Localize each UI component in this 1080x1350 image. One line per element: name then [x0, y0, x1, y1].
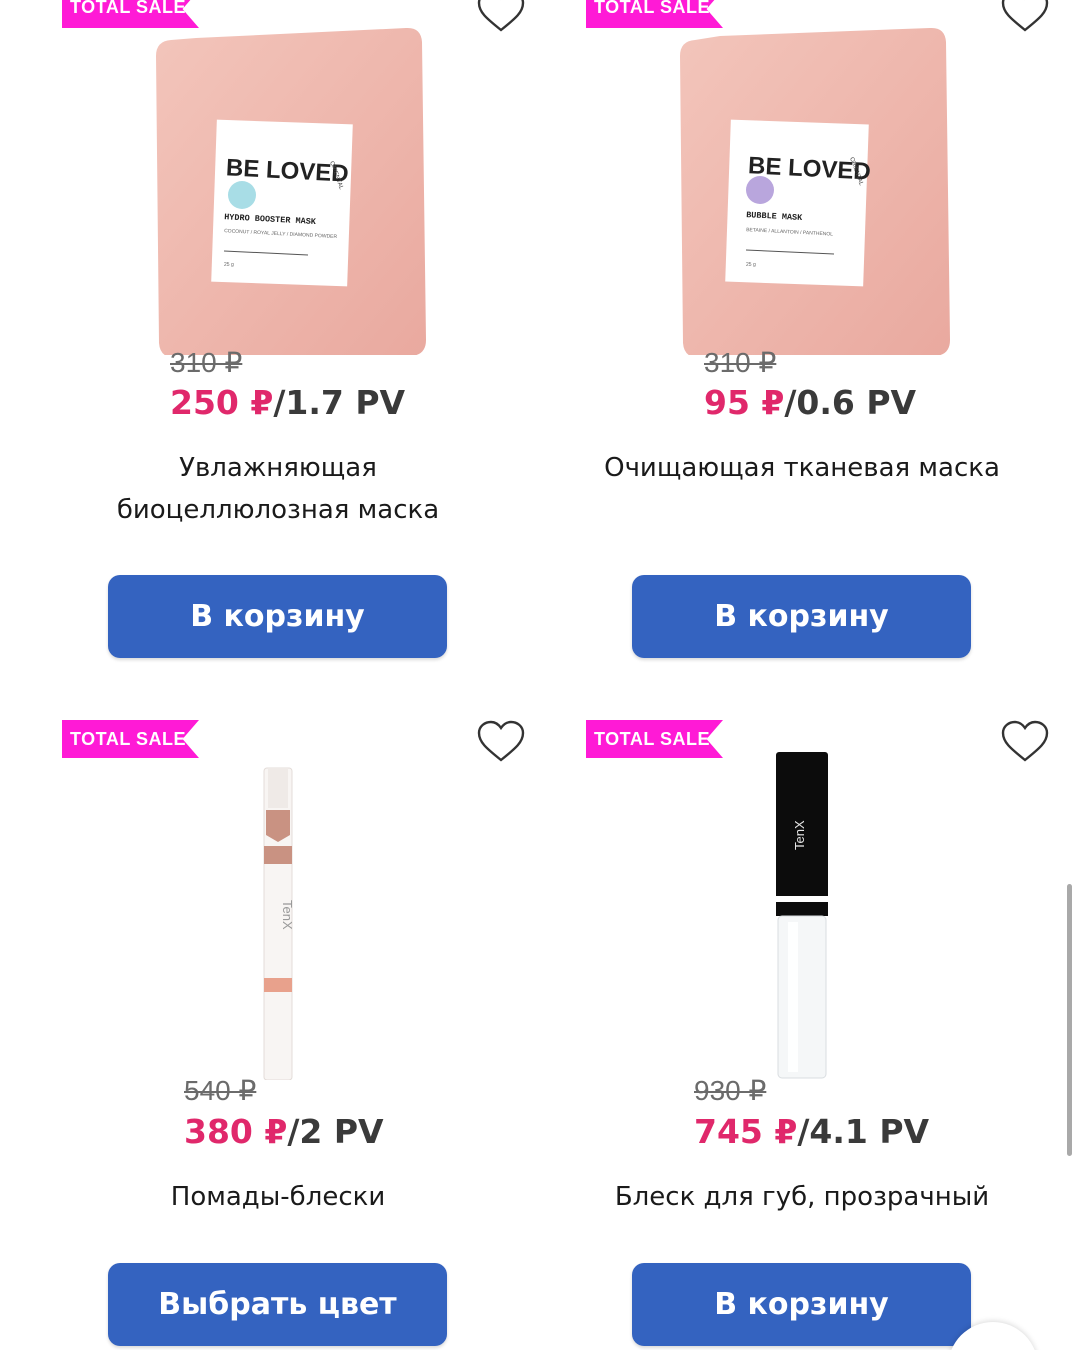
product-title-line: Помады-блески	[170, 1182, 386, 1212]
product-card: BE LOVED ORIENTAL HYDRO BOOSTER MASK COC…	[28, 0, 528, 680]
product-title[interactable]: Очищающая тканевая маска	[552, 447, 1052, 489]
product-title[interactable]: Блеск для губ, прозрачный	[552, 1176, 1052, 1218]
old-price: 310 ₽	[704, 347, 777, 378]
add-to-cart-button[interactable]: В корзину	[108, 575, 447, 658]
choose-color-button[interactable]: Выбрать цвет	[108, 1263, 447, 1346]
price-row: 380 ₽/2 PV	[184, 1112, 384, 1151]
heart-outline-icon[interactable]	[476, 0, 526, 34]
price-row: 95 ₽/0.6 PV	[704, 383, 916, 422]
product-title[interactable]: Увлажняющая биоцеллюлозная маска	[28, 447, 528, 531]
product-image[interactable]: TenX	[28, 750, 528, 1081]
current-price: 250 ₽	[170, 383, 274, 422]
scrollbar[interactable]	[1067, 884, 1072, 1156]
product-card: TOTAL SALE TenX 930 ₽ 745 ₽/4.1 PV Блеск…	[552, 720, 1052, 1350]
pv-value: /0.6 PV	[784, 383, 917, 422]
product-title[interactable]: Помады-блески	[28, 1176, 528, 1218]
pv-value: /2 PV	[287, 1112, 384, 1151]
product-title-line: биоцеллюлозная маска	[116, 495, 440, 525]
product-image[interactable]: BE LOVED ORIENTAL HYDRO BOOSTER MASK COC…	[28, 10, 528, 358]
product-title-line: Увлажняющая	[179, 453, 377, 483]
old-price: 930 ₽	[694, 1075, 767, 1106]
sale-badge: TOTAL SALE	[586, 0, 723, 28]
add-to-cart-button[interactable]: В корзину	[632, 575, 971, 658]
pv-value: /4.1 PV	[797, 1112, 930, 1151]
product-image[interactable]: BE LOVED ORIENTAL BUBBLE MASK BETAINE / …	[552, 10, 1052, 358]
old-price: 310 ₽	[170, 347, 243, 378]
old-price: 540 ₽	[184, 1075, 257, 1106]
pv-value: /1.7 PV	[273, 383, 406, 422]
current-price: 745 ₽	[694, 1112, 798, 1151]
current-price: 95 ₽	[704, 383, 785, 422]
sale-badge: TOTAL SALE	[62, 0, 199, 28]
heart-outline-icon[interactable]	[1000, 0, 1050, 34]
product-image[interactable]: TenX	[552, 750, 1052, 1080]
add-to-cart-button[interactable]: В корзину	[632, 1263, 971, 1346]
price-row: 250 ₽/1.7 PV	[170, 383, 405, 422]
product-card: BE LOVED ORIENTAL BUBBLE MASK BETAINE / …	[552, 0, 1052, 680]
package-weight: 25 g	[224, 262, 234, 268]
package-weight: 25 g	[746, 262, 756, 268]
package-brand: TenX	[280, 900, 295, 930]
product-title-line: Блеск для губ, прозрачный	[614, 1182, 990, 1212]
price-row: 745 ₽/4.1 PV	[694, 1112, 929, 1151]
package-brand: TenX	[792, 820, 807, 850]
product-title-line: Очищающая тканевая маска	[604, 453, 1000, 483]
product-card: TOTAL SALE TenX 540 ₽ 380 ₽/2 PV Помады-…	[28, 720, 528, 1350]
current-price: 380 ₽	[184, 1112, 288, 1151]
